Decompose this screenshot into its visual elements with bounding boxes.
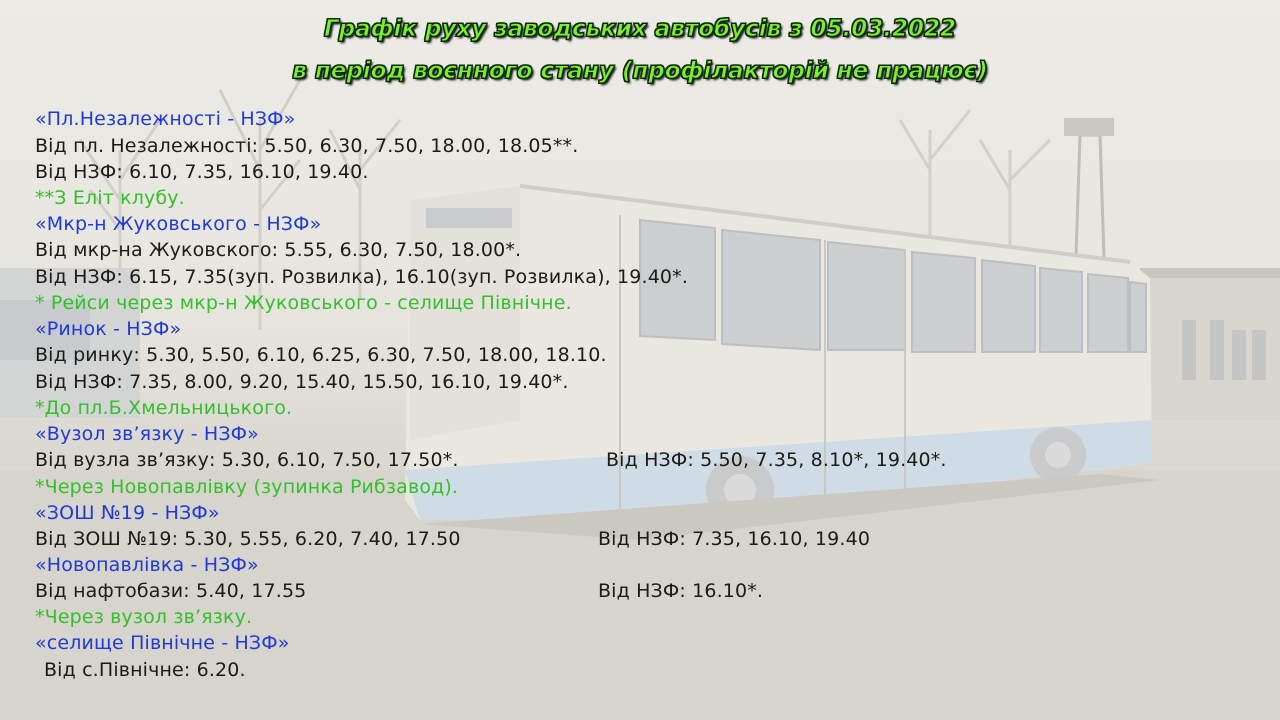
route-2-name: «Мкр-н Жуковського - НЗФ» [35,213,322,235]
route-1-name: «Пл.Незалежності - НЗФ» [35,108,296,130]
route-3-departures-back: Від НЗФ: 7.35, 8.00, 9.20, 15.40, 15.50,… [35,371,569,393]
route-3-departures-from: Від ринку: 5.30, 5.50, 6.10, 6.25, 6.30,… [35,344,607,366]
route-2-note: * Рейси через мкр-н Жуковського - селище… [35,292,572,314]
route-6-note: *Через вузол зв’язку. [35,606,253,628]
page-subtitle: в період воєнного стану (профілакторій н… [292,58,988,85]
route-7-departures-from: Від с.Північне: 6.20. [44,659,246,681]
route-2-departures-from: Від мкр-на Жуковского: 5.55, 6.30, 7.50,… [35,239,522,261]
route-1-departures-from: Від пл. Незалежності: 5.50, 6.30, 7.50, … [35,135,579,157]
route-4-departures-back: Від НЗФ: 5.50, 7.35, 8.10*, 19.40*. [606,449,947,471]
page-title: Графік руху заводських автобусів з 05.03… [323,16,957,43]
route-7-name: «селище Північне - НЗФ» [35,632,290,654]
route-3-name: «Ринок - НЗФ» [35,318,182,340]
route-5-departures-back: Від НЗФ: 7.35, 16.10, 19.40 [598,528,871,550]
route-3-note: *До пл.Б.Хмельницького. [35,397,293,419]
route-1-note: **З Еліт клубу. [35,187,185,209]
route-1-departures-back: Від НЗФ: 6.10, 7.35, 16.10, 19.40. [35,161,369,183]
route-5-departures-from: Від ЗОШ №19: 5.30, 5.55, 6.20, 7.40, 17.… [35,528,461,550]
route-6-departures-back: Від НЗФ: 16.10*. [598,580,764,602]
route-6-departures-from: Від нафтобази: 5.40, 17.55 [35,580,307,602]
route-4-departures-from: Від вузла зв’язку: 5.30, 6.10, 7.50, 17.… [35,449,459,471]
route-4-note: *Через Новопавлівку (зупинка Рибзавод). [35,476,459,498]
route-5-name: «ЗОШ №19 - НЗФ» [35,502,220,524]
route-2-departures-back: Від НЗФ: 6.15, 7.35(зуп. Розвилка), 16.1… [35,266,689,288]
route-6-name: «Новопавлівка - НЗФ» [35,554,259,576]
route-4-name: «Вузол зв’язку - НЗФ» [35,423,259,445]
